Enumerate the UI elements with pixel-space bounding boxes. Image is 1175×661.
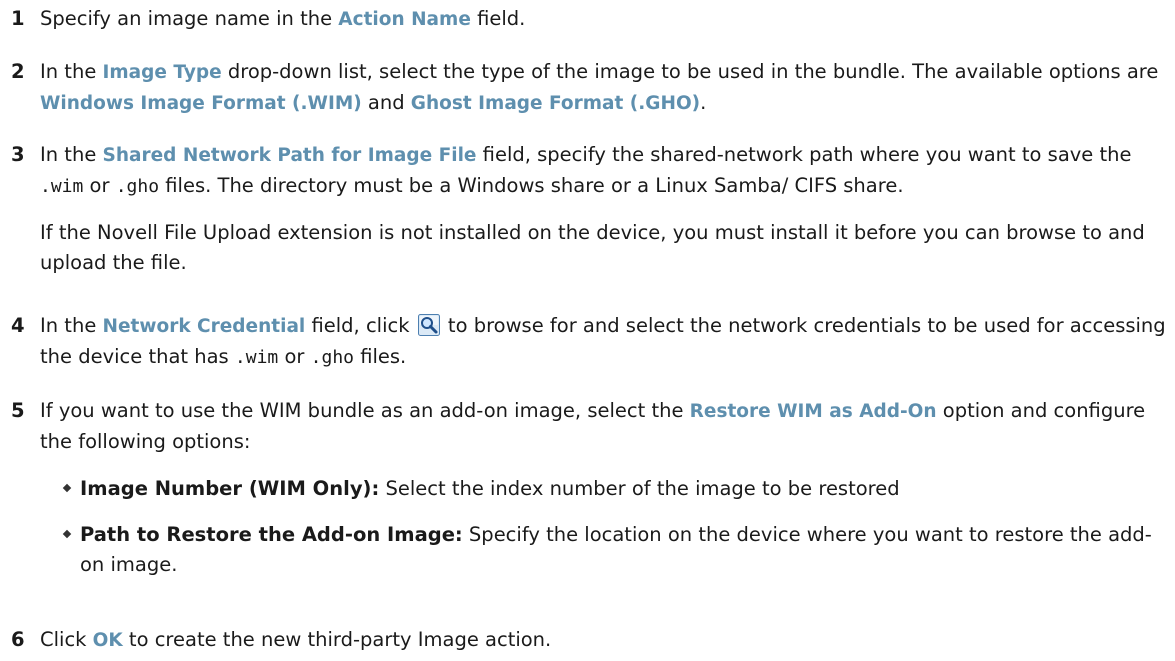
step-number: 3 <box>11 143 25 166</box>
step-5: 5 If you want to use the WIM bundle as a… <box>0 396 1170 580</box>
step-number: 6 <box>11 628 25 651</box>
step-4: 4 In the Network Credential field, click… <box>0 311 1170 373</box>
step-number: 5 <box>11 399 25 422</box>
step-number: 1 <box>11 7 25 30</box>
text-run: field. <box>470 7 526 30</box>
text-run: to create the new third-party Image acti… <box>122 628 552 651</box>
code-wim: .wim <box>234 347 279 368</box>
browse-search-icon[interactable] <box>417 314 440 336</box>
bullet-diamond-icon <box>62 483 72 493</box>
step-text: In the Shared Network Path for Image Fil… <box>40 140 1170 202</box>
option-label: Path to Restore the Add-on Image: <box>80 523 463 546</box>
bullet-diamond-icon <box>62 529 72 539</box>
option-text: Select the index number of the image to … <box>379 477 900 500</box>
ui-term-restore-wim-addon: Restore WIM as Add-On <box>689 401 937 422</box>
text-run: field, specify the shared-network path w… <box>476 143 1132 166</box>
list-item: Path to Restore the Add-on Image: Specif… <box>62 520 1170 580</box>
text-run: files. <box>354 345 407 368</box>
step-number: 4 <box>11 314 25 337</box>
step-text: In the Image Type drop-down list, select… <box>40 57 1170 119</box>
ui-term-action-name: Action Name <box>338 9 471 30</box>
document-page: 1 Specify an image name in the Action Na… <box>0 0 1175 661</box>
step-text: In the Network Credential field, click t… <box>40 311 1170 373</box>
code-gho: .gho <box>310 347 354 368</box>
step-text: Specify an image name in the Action Name… <box>40 4 1170 35</box>
text-run: or <box>278 345 311 368</box>
text-run: and <box>361 91 411 114</box>
ui-term-gho-format: Ghost Image Format (.GHO) <box>410 93 701 114</box>
ui-term-shared-network-path: Shared Network Path for Image File <box>102 145 477 166</box>
step-text: Click OK to create the new third-party I… <box>40 625 1170 656</box>
text-run: If you want to use the WIM bundle as an … <box>40 399 690 422</box>
text-run: In the <box>40 143 103 166</box>
list-item: Image Number (WIM Only): Select the inde… <box>62 474 1170 504</box>
step-1: 1 Specify an image name in the Action Na… <box>0 4 1170 35</box>
step-3: 3 In the Shared Network Path for Image F… <box>0 140 1170 278</box>
step-text: If you want to use the WIM bundle as an … <box>40 396 1170 457</box>
step-number: 2 <box>11 60 25 83</box>
ui-term-image-type: Image Type <box>102 62 222 83</box>
options-list: Image Number (WIM Only): Select the inde… <box>0 474 1170 580</box>
text-run: Click <box>40 628 93 651</box>
text-run: files. The directory must be a Windows s… <box>159 174 904 197</box>
code-gho: .gho <box>115 176 160 197</box>
step-2: 2 In the Image Type drop-down list, sele… <box>0 57 1170 119</box>
text-run: In the <box>40 314 103 337</box>
option-label: Image Number (WIM Only): <box>80 477 380 500</box>
ui-term-ok: OK <box>92 630 123 651</box>
ui-term-network-credential: Network Credential <box>102 316 306 337</box>
ui-term-wim-format: Windows Image Format (.WIM) <box>40 93 362 114</box>
text-run: or <box>83 174 116 197</box>
text-run: Specify an image name in the <box>40 7 339 30</box>
step-note: If the Novell File Upload extension is n… <box>40 221 1145 274</box>
step-6: 6 Click OK to create the new third-party… <box>0 625 1170 656</box>
text-run: In the <box>40 60 103 83</box>
text-run: . <box>700 91 707 114</box>
text-run: field, click <box>305 314 416 337</box>
text-run: drop-down list, select the type of the i… <box>221 60 1159 83</box>
code-wim: .wim <box>40 176 84 197</box>
